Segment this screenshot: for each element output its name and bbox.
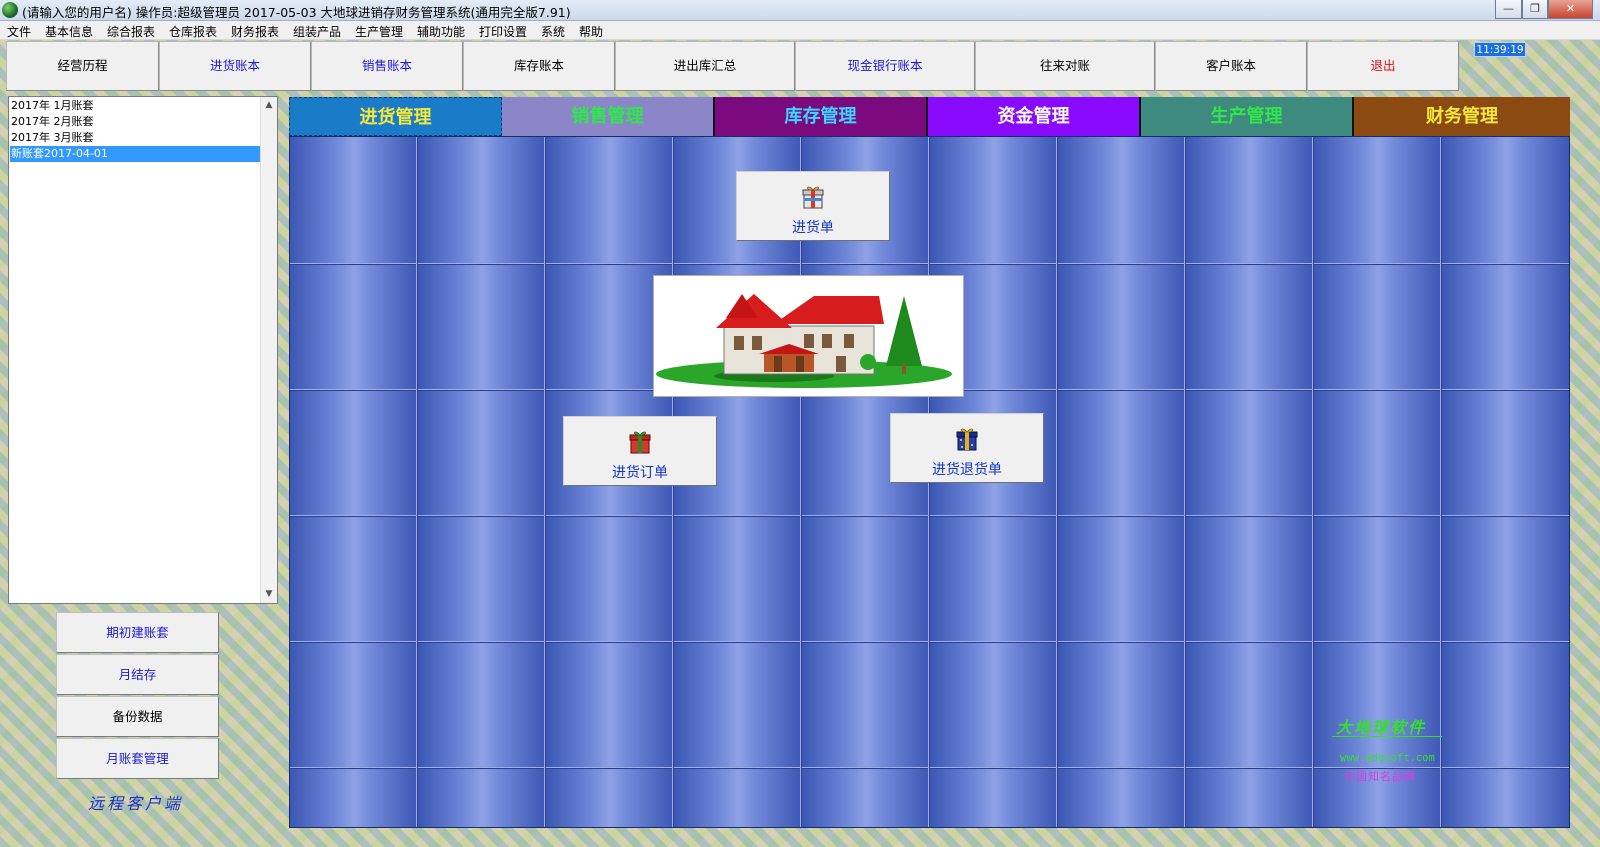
purchase-order-label: 进货单 <box>792 220 834 236</box>
maximize-button[interactable]: ❐ <box>1522 0 1548 19</box>
menu-system[interactable]: 系统 <box>541 23 565 40</box>
menu-warehouse-reports[interactable]: 仓库报表 <box>169 23 217 40</box>
toolbar-cash-bank-ledger[interactable]: 现金银行账本 <box>795 41 975 91</box>
minimize-button[interactable]: — <box>1495 0 1522 19</box>
backup-data-button[interactable]: 备份数据 <box>56 696 219 737</box>
close-button[interactable]: ✕ <box>1548 0 1593 19</box>
house-icon <box>656 294 952 388</box>
menu-assembly[interactable]: 组装产品 <box>293 23 341 40</box>
purchase-return-button[interactable]: 进货退货单 <box>890 413 1044 483</box>
clock: 11:39:19 <box>1474 42 1526 57</box>
create-opening-account-button[interactable]: 期初建账套 <box>56 612 219 653</box>
menu-tools[interactable]: 辅助功能 <box>417 23 465 40</box>
grid-line <box>1440 137 1442 827</box>
menu-production[interactable]: 生产管理 <box>355 23 403 40</box>
grid-line <box>1056 137 1058 827</box>
menu-basic-info[interactable]: 基本信息 <box>45 23 93 40</box>
purchase-return-label: 进货退货单 <box>932 462 1002 478</box>
title-bar: (请输入您的用户名) 操作员:超级管理员 2017-05-03 大地球进销存财务… <box>0 0 1600 21</box>
grid-line <box>416 137 418 827</box>
tab-inventory-management[interactable]: 库存管理 <box>715 97 928 136</box>
remote-client-link[interactable]: 远程客户端 <box>88 790 183 814</box>
toolbar: 经营历程 进货账本 销售账本 库存账本 进出库汇总 现金银行账本 往来对账 客户… <box>6 41 1462 91</box>
brand-name: 大地球软件 <box>1336 718 1427 737</box>
toolbar-exit[interactable]: 退出 <box>1307 41 1459 91</box>
account-item[interactable]: 2017年 3月账套 <box>10 130 261 146</box>
menu-help[interactable]: 帮助 <box>579 23 603 40</box>
menu-print-settings[interactable]: 打印设置 <box>479 23 527 40</box>
menu-finance-reports[interactable]: 财务报表 <box>231 23 279 40</box>
toolbar-inventory-ledger[interactable]: 库存账本 <box>463 41 615 91</box>
gift-box-icon <box>629 431 651 454</box>
tab-purchase-management[interactable]: 进货管理 <box>289 97 502 136</box>
account-item[interactable]: 2017年 2月账套 <box>10 114 261 130</box>
account-item[interactable]: 2017年 1月账套 <box>10 98 261 114</box>
toolbar-inout-summary[interactable]: 进出库汇总 <box>615 41 795 91</box>
monthly-account-management-button[interactable]: 月账套管理 <box>56 738 219 779</box>
house-illustration <box>653 275 964 397</box>
grid-line <box>1312 137 1314 827</box>
brand-url[interactable]: www.ddqsoft.com <box>1340 752 1435 764</box>
brand-slogan: 中国知名品牌 <box>1344 770 1416 783</box>
window-title: (请输入您的用户名) 操作员:超级管理员 2017-05-03 大地球进销存财务… <box>22 5 571 20</box>
menu-bar: 文件 基本信息 综合报表 仓库报表 财务报表 组装产品 生产管理 辅助功能 打印… <box>0 21 1600 40</box>
toolbar-reconciliation[interactable]: 往来对账 <box>975 41 1155 91</box>
toolbar-purchase-ledger[interactable]: 进货账本 <box>159 41 311 91</box>
grid-line <box>544 137 546 827</box>
menu-reports[interactable]: 综合报表 <box>107 23 155 40</box>
account-list[interactable]: 2017年 1月账套 2017年 2月账套 2017年 3月账套 新账套2017… <box>8 96 278 604</box>
brand-underline <box>1332 736 1442 737</box>
purchase-request-button[interactable]: 进货订单 <box>563 416 717 486</box>
purchase-request-label: 进货订单 <box>612 465 668 481</box>
globe-icon <box>2 2 18 18</box>
gift-box-icon <box>956 428 978 451</box>
tab-finance-management[interactable]: 财务管理 <box>1354 97 1570 136</box>
menu-file[interactable]: 文件 <box>7 23 31 40</box>
account-item-selected[interactable]: 新账套2017-04-01 <box>10 146 261 162</box>
module-tabs: 进货管理 销售管理 库存管理 资金管理 生产管理 财务管理 <box>289 97 1570 136</box>
toolbar-customer-ledger[interactable]: 客户账本 <box>1155 41 1307 91</box>
scroll-up-icon[interactable]: ▲ <box>261 97 277 114</box>
purchase-order-button[interactable]: 进货单 <box>736 171 890 241</box>
month-end-close-button[interactable]: 月结存 <box>56 654 219 695</box>
toolbar-sales-ledger[interactable]: 销售账本 <box>311 41 463 91</box>
tab-production-management[interactable]: 生产管理 <box>1141 97 1354 136</box>
scroll-down-icon[interactable]: ▼ <box>261 586 277 603</box>
gift-box-icon <box>802 186 824 209</box>
tab-funds-management[interactable]: 资金管理 <box>928 97 1141 136</box>
toolbar-business-history[interactable]: 经营历程 <box>6 41 159 91</box>
tab-sales-management[interactable]: 销售管理 <box>502 97 715 136</box>
list-scrollbar[interactable]: ▲ ▼ <box>260 97 277 603</box>
grid-line <box>1184 137 1186 827</box>
